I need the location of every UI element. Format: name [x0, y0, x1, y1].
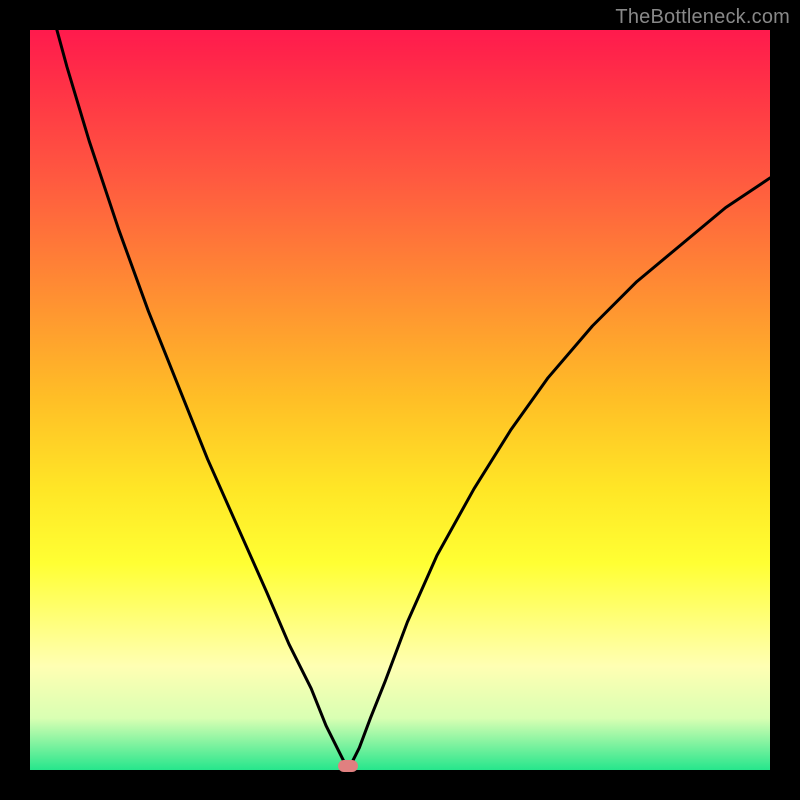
minimum-marker [338, 760, 358, 772]
plot-area [30, 30, 770, 770]
chart-frame: TheBottleneck.com [0, 0, 800, 800]
watermark-text: TheBottleneck.com [615, 6, 790, 29]
bottleneck-curve [30, 30, 770, 770]
